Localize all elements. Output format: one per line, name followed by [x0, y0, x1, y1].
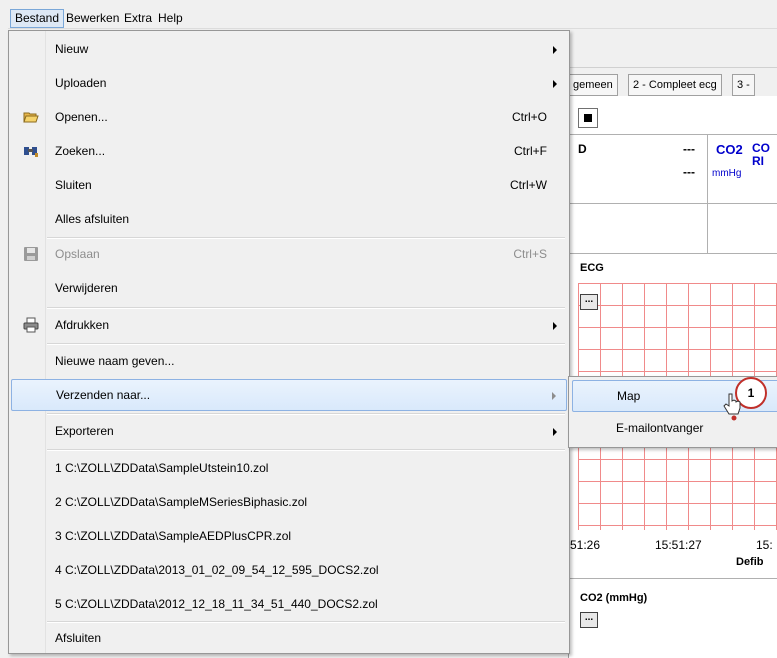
- menu-item-label: Verzenden naar...: [56, 388, 151, 402]
- vital-value-2: ---: [683, 165, 695, 179]
- ecg-label: ECG: [580, 262, 604, 274]
- menu-bestand[interactable]: Bestand: [10, 9, 65, 28]
- menu-item-nieuw[interactable]: Nieuw: [11, 34, 567, 64]
- vitals-column-divider: [707, 134, 708, 254]
- mouse-cursor-icon: [722, 392, 744, 425]
- menu-item-nieuwe-naam-geven[interactable]: Nieuwe naam geven...: [11, 346, 567, 376]
- ecg-options-button[interactable]: ...: [580, 294, 598, 310]
- menu-item-sluiten[interactable]: Sluiten Ctrl+W: [11, 170, 567, 200]
- tab-compleet-ecg[interactable]: 2 - Compleet ecg: [628, 74, 722, 96]
- menu-separator: [47, 449, 565, 451]
- menu-item-label: 1 C:\ZOLL\ZDData\SampleUtstein10.zol: [55, 461, 269, 475]
- menu-item-afdrukken[interactable]: Afdrukken: [11, 310, 567, 340]
- menu-separator: [47, 413, 565, 415]
- co2-options-button[interactable]: ...: [580, 612, 598, 628]
- view-tabs: gemeen 2 - Compleet ecg 3 -: [568, 74, 777, 96]
- menu-item-label: 5 C:\ZOLL\ZDData\2012_12_18_11_34_51_440…: [55, 597, 378, 611]
- menu-extra[interactable]: Extra: [120, 10, 156, 26]
- printer-icon: [23, 317, 39, 333]
- menu-item-afsluiten[interactable]: Afsluiten: [11, 623, 567, 653]
- menu-item-exporteren[interactable]: Exporteren: [11, 416, 567, 446]
- tab-3[interactable]: 3 -: [732, 74, 755, 96]
- defib-label: Defib: [736, 556, 764, 568]
- menu-item-zoeken[interactable]: Zoeken... Ctrl+F: [11, 136, 567, 166]
- submenu-arrow-icon: [553, 322, 557, 330]
- menu-help[interactable]: Help: [154, 10, 187, 26]
- submenu-arrow-icon: [553, 46, 557, 54]
- time-label-3: 15:: [756, 538, 773, 552]
- submenu-arrow-icon: [552, 392, 556, 400]
- tab-algemeen[interactable]: gemeen: [568, 74, 618, 96]
- vital-label-d: D: [578, 142, 587, 156]
- shortcut-label: Ctrl+O: [511, 110, 547, 124]
- menu-item-verwijderen[interactable]: Verwijderen: [11, 273, 567, 303]
- recent-file-5[interactable]: 5 C:\ZOLL\ZDData\2012_12_18_11_34_51_440…: [11, 589, 567, 619]
- submenu-item-e-mailontvanger[interactable]: E-mailontvanger: [572, 413, 777, 443]
- binoculars-icon: [23, 143, 39, 159]
- submenu-arrow-icon: [553, 80, 557, 88]
- co2-extra-label: CO RI: [752, 141, 770, 168]
- menu-item-label: Openen...: [55, 110, 108, 124]
- menu-item-label: 4 C:\ZOLL\ZDData\2013_01_02_09_54_12_595…: [55, 563, 379, 577]
- recent-file-2[interactable]: 2 C:\ZOLL\ZDData\SampleMSeriesBiphasic.z…: [11, 487, 567, 517]
- menu-item-label: Nieuw: [55, 42, 89, 56]
- save-disk-icon: [23, 246, 39, 262]
- recent-file-1[interactable]: 1 C:\ZOLL\ZDData\SampleUtstein10.zol: [11, 453, 567, 483]
- chart-separator: [568, 578, 777, 579]
- vitals-row-divider: [568, 203, 777, 204]
- menu-item-label: Nieuwe naam geven...: [55, 354, 175, 368]
- vitals-bottom-border: [568, 253, 777, 254]
- time-label-1: 51:26: [570, 538, 601, 552]
- menu-item-alles-afsluiten[interactable]: Alles afsluiten: [11, 204, 567, 234]
- menu-item-label: Afsluiten: [55, 631, 102, 645]
- submenu-arrow-icon: [553, 428, 557, 436]
- menu-item-label: Afdrukken: [55, 318, 110, 332]
- menu-item-verzenden-naar[interactable]: Verzenden naar...: [11, 379, 567, 411]
- menu-separator: [47, 343, 565, 345]
- co2-unit: mmHg: [712, 168, 742, 179]
- menu-item-opslaan: Opslaan Ctrl+S: [11, 239, 567, 269]
- recent-file-4[interactable]: 4 C:\ZOLL\ZDData\2013_01_02_09_54_12_595…: [11, 555, 567, 585]
- submenu-item-label: Map: [617, 389, 641, 403]
- bestand-menu: Nieuw Uploaden Openen... Ctrl+O Zoeken..…: [8, 30, 570, 654]
- menu-item-label: 3 C:\ZOLL\ZDData\SampleAEDPlusCPR.zol: [55, 529, 292, 543]
- menu-item-uploaden[interactable]: Uploaden: [11, 68, 567, 98]
- menu-item-label: Zoeken...: [55, 144, 106, 158]
- menu-item-openen[interactable]: Openen... Ctrl+O: [11, 102, 567, 132]
- submenu-item-label: E-mailontvanger: [616, 421, 704, 435]
- shortcut-label: Ctrl+S: [513, 247, 547, 261]
- time-label-2: 15:51:27: [655, 538, 702, 552]
- menu-item-label: Verwijderen: [55, 281, 118, 295]
- stop-button[interactable]: [578, 108, 598, 128]
- menu-item-label: 2 C:\ZOLL\ZDData\SampleMSeriesBiphasic.z…: [55, 495, 308, 509]
- co2-chart-label: CO2 (mmHg): [580, 592, 648, 604]
- vitals-top-border: [568, 134, 777, 135]
- menu-item-label: Sluiten: [55, 178, 92, 192]
- menu-bewerken[interactable]: Bewerken: [62, 10, 123, 26]
- menu-item-label: Uploaden: [55, 76, 107, 90]
- shortcut-label: Ctrl+F: [514, 144, 547, 158]
- recent-file-3[interactable]: 3 C:\ZOLL\ZDData\SampleAEDPlusCPR.zol: [11, 521, 567, 551]
- co2-label: CO2: [716, 142, 743, 157]
- shortcut-label: Ctrl+W: [510, 178, 547, 192]
- open-folder-icon: [23, 109, 39, 125]
- menu-item-label: Exporteren: [55, 424, 114, 438]
- menu-bar: Bestand Bewerken Extra Help: [8, 8, 777, 29]
- menu-item-label: Opslaan: [55, 247, 100, 261]
- vital-value-1: ---: [683, 142, 695, 156]
- menu-item-label: Alles afsluiten: [55, 212, 130, 226]
- menu-separator: [47, 307, 565, 309]
